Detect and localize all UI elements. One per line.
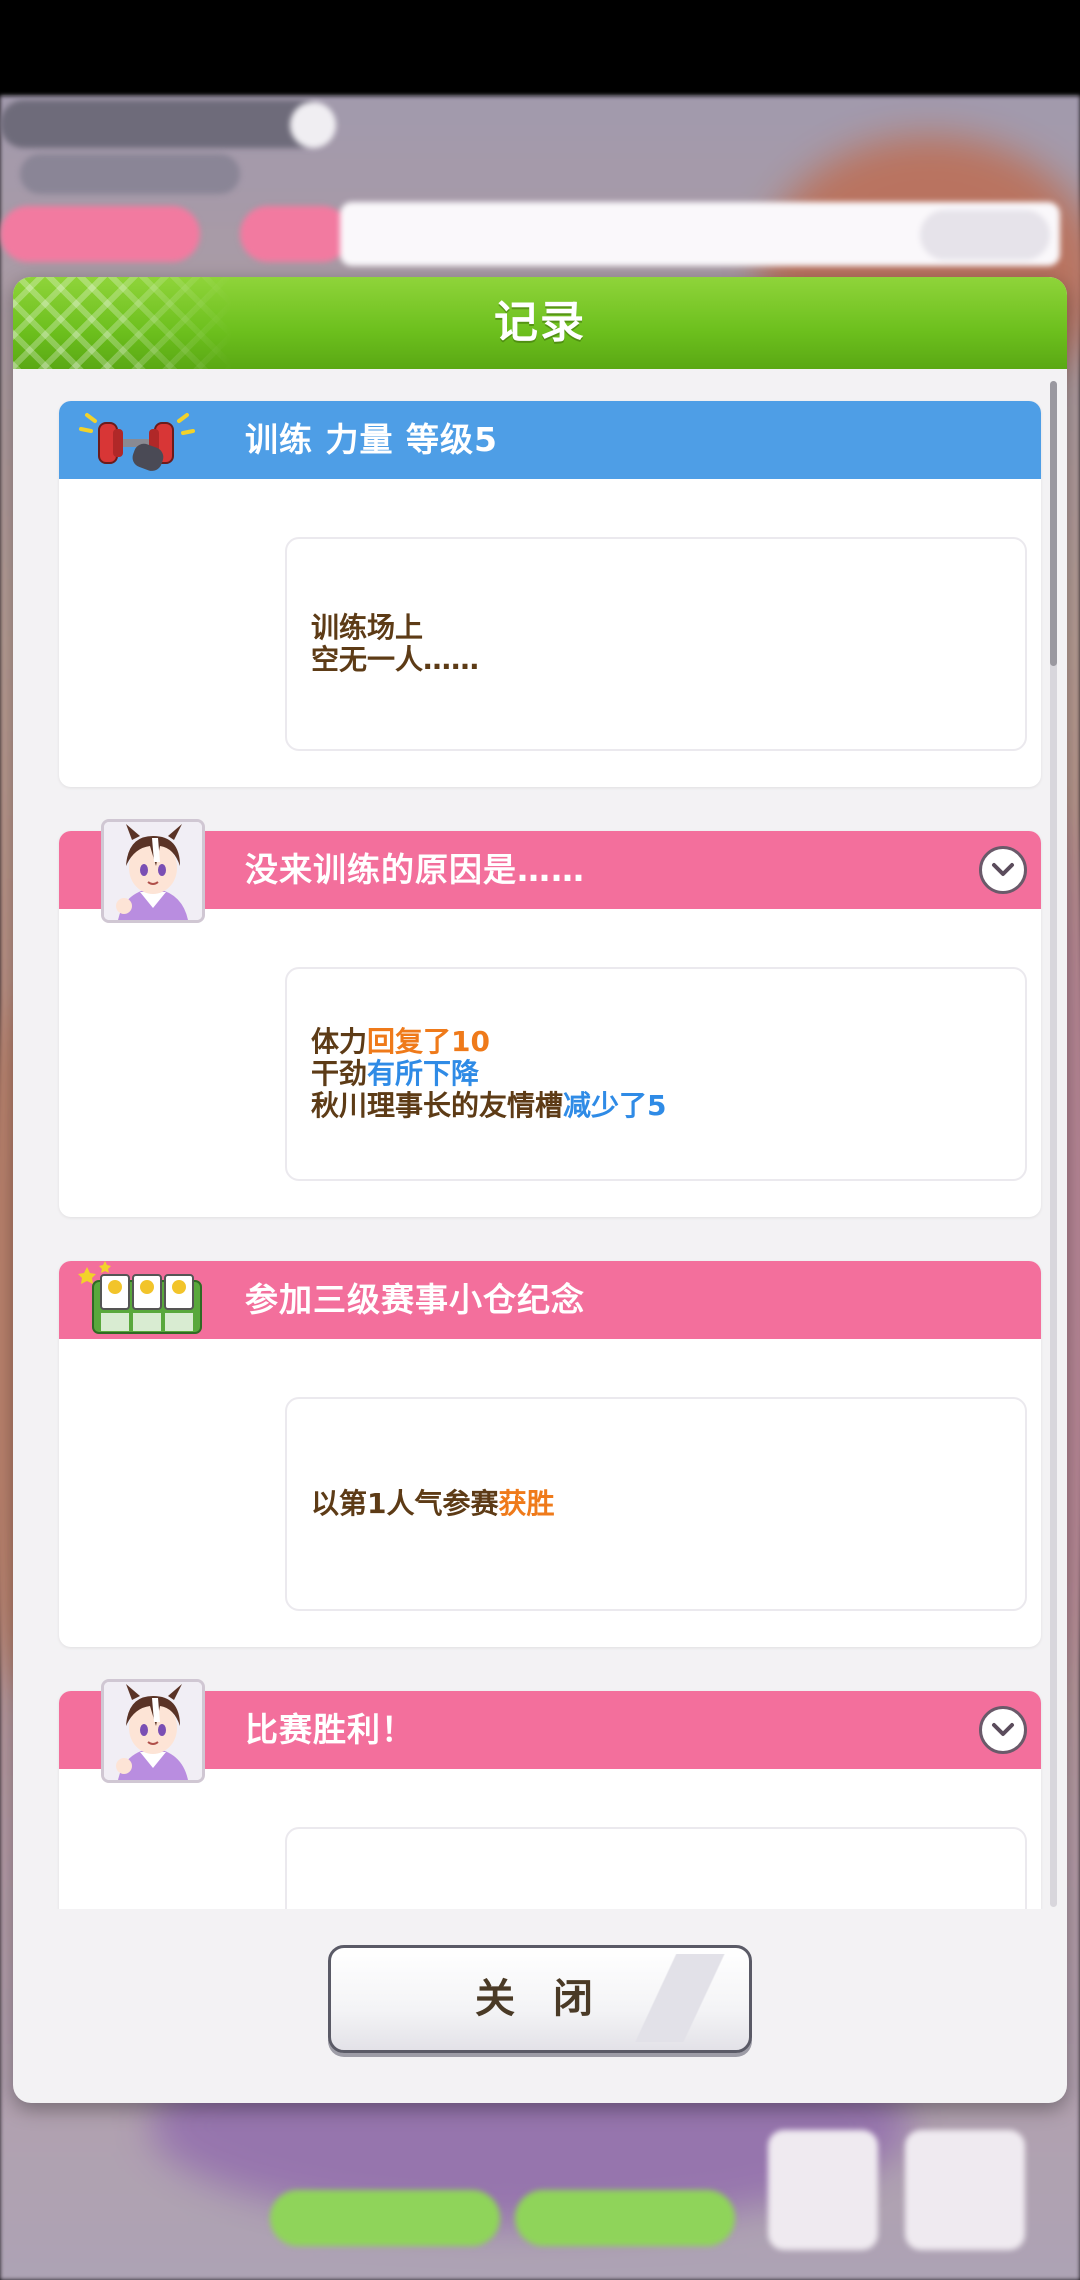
text-segment: 体力 bbox=[311, 1025, 368, 1058]
record-entry-header: 训练 力量 等级5 bbox=[59, 401, 1041, 479]
record-list[interactable]: 训练 力量 等级5 训练场上 空无一人…… 没来训练的原因是…… 体力回复了10… bbox=[23, 379, 1057, 1909]
record-entry: 比赛胜利！ bbox=[59, 1679, 1041, 1909]
record-entry-content: 训练场上 空无一人…… bbox=[285, 537, 1027, 751]
text-highlight: 回复了10 bbox=[367, 1025, 490, 1058]
record-entry-content: 以第1人气参赛获胜 bbox=[285, 1397, 1027, 1611]
character-portrait bbox=[101, 819, 205, 923]
background-hud-top bbox=[0, 96, 1080, 276]
chevron-down-icon bbox=[992, 863, 1014, 876]
dumbbell-icon bbox=[77, 405, 197, 475]
scrollbar[interactable] bbox=[1050, 381, 1057, 1907]
text-line: 秋川理事长的友情槽减少了5 bbox=[311, 1090, 1005, 1122]
record-entry-content: 体力回复了10 干劲有所下降 秋川理事长的友情槽减少了5 bbox=[285, 967, 1027, 1181]
background-hud-bottom bbox=[0, 2110, 1080, 2280]
chevron-down-icon bbox=[992, 1723, 1014, 1736]
expand-chevron-button[interactable] bbox=[979, 846, 1027, 894]
text-highlight: 获胜 bbox=[498, 1487, 555, 1520]
text-segment: 以第1人气参赛 bbox=[311, 1487, 499, 1520]
record-entry: 没来训练的原因是…… 体力回复了10 干劲有所下降 秋川理事长的友情槽减少了5 bbox=[59, 819, 1041, 1217]
dialog-header: 记录 bbox=[13, 277, 1067, 369]
record-entry-text: 训练场上 空无一人…… bbox=[311, 539, 1005, 749]
record-entry-text: 以第1人气参赛获胜 bbox=[311, 1399, 1005, 1609]
record-entry-header: 比赛胜利！ bbox=[59, 1679, 1041, 1783]
expand-chevron-button[interactable] bbox=[979, 1706, 1027, 1754]
record-entry-header: 没来训练的原因是…… bbox=[59, 819, 1041, 923]
race-cards-icon bbox=[73, 1257, 213, 1339]
text-line: 体力回复了10 bbox=[311, 1026, 1005, 1058]
record-entry-text: 体力回复了10 干劲有所下降 秋川理事长的友情槽减少了5 bbox=[311, 969, 1005, 1179]
text-segment: 干劲 bbox=[311, 1057, 368, 1090]
text-line: 以第1人气参赛获胜 bbox=[311, 1488, 1005, 1520]
text-highlight: 减少了5 bbox=[563, 1089, 667, 1122]
record-entry: 参加三级赛事小仓纪念 以第1人气参赛获胜 bbox=[59, 1261, 1041, 1647]
record-entry-title: 参加三级赛事小仓纪念 bbox=[245, 1280, 585, 1319]
close-button[interactable]: 关 闭 bbox=[328, 1945, 752, 2053]
character-portrait bbox=[101, 1679, 205, 1783]
text-line: 干劲有所下降 bbox=[311, 1058, 1005, 1090]
text-segment: 秋川理事长的友情槽 bbox=[311, 1089, 564, 1122]
record-entry: 训练 力量 等级5 训练场上 空无一人…… bbox=[59, 401, 1041, 787]
text-line: 空无一人…… bbox=[311, 644, 1005, 676]
text-line: 训练场上 bbox=[311, 612, 1005, 644]
scrollbar-thumb[interactable] bbox=[1050, 381, 1057, 666]
record-entry-header: 参加三级赛事小仓纪念 bbox=[59, 1261, 1041, 1339]
record-entry-title: 比赛胜利！ bbox=[245, 1710, 415, 1749]
record-entry-title: 训练 力量 等级5 bbox=[245, 420, 498, 459]
close-button-label: 关 闭 bbox=[475, 1976, 605, 2022]
text-segment: 空无一人…… bbox=[311, 643, 480, 676]
record-entry-title: 没来训练的原因是…… bbox=[245, 850, 585, 889]
text-highlight: 有所下降 bbox=[367, 1057, 480, 1090]
dialog-title: 记录 bbox=[494, 297, 586, 348]
record-dialog: 记录 训练 力量 等级5 训练场上 空无一人…… 没来训练的原因是…… 体力回复… bbox=[13, 277, 1067, 2103]
text-segment: 训练场上 bbox=[311, 611, 424, 644]
record-entry-content bbox=[285, 1827, 1027, 1909]
